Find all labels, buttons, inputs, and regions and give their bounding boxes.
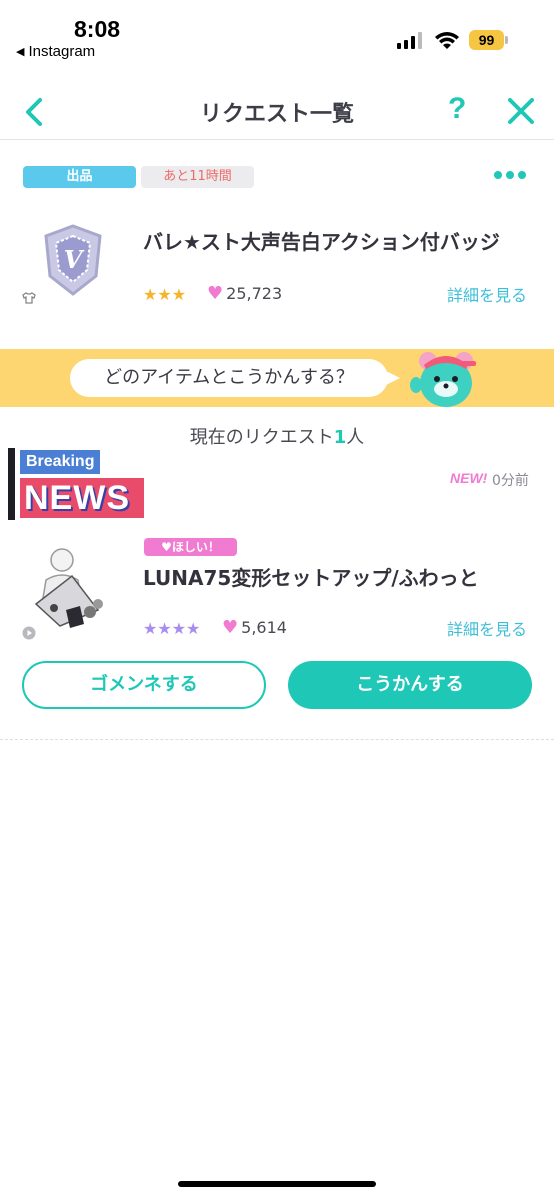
status-time: 8:08 — [74, 16, 121, 42]
request-count: 現在のリクエスト1人 — [189, 427, 365, 448]
badge-item-image: V — [44, 224, 102, 296]
outfit-item-image — [34, 548, 103, 628]
like-count: ♥ 5,614 — [222, 617, 287, 638]
remaining-time-tag: あと11時間 — [141, 166, 254, 188]
screen: 8:08 ◀ Instagram 99 リクエスト一覧 ? 出品 あと11時間 … — [0, 0, 554, 1200]
close-icon[interactable] — [506, 96, 536, 126]
battery-icon: 99 — [469, 30, 508, 50]
wifi-icon — [435, 32, 459, 49]
cellular-signal-icon — [397, 31, 422, 49]
like-count-value: 5,614 — [241, 618, 287, 637]
page-title: リクエスト一覧 — [199, 102, 354, 127]
request-item-title: LUNA75変形セットアップ/ふわっと — [143, 566, 479, 590]
listed-item-detail-link[interactable]: 詳細を見る — [447, 282, 527, 306]
speech-bubble: どのアイテムとこうかんする？ — [70, 359, 388, 397]
help-icon[interactable]: ? — [448, 92, 466, 126]
rarity-stars: ★★★★ — [143, 619, 201, 638]
shirt-icon — [22, 292, 36, 304]
decline-button[interactable]: ゴメンネする — [22, 661, 266, 709]
back-triangle-icon: ◀ — [16, 46, 25, 58]
home-indicator[interactable] — [178, 1181, 376, 1187]
like-count: ♥ 25,723 — [207, 283, 282, 304]
battery-level: 99 — [469, 30, 504, 50]
want-tag: ♥ほしい！ — [144, 538, 237, 556]
more-options-icon[interactable] — [494, 171, 526, 179]
back-to-app-link[interactable]: ◀ Instagram — [16, 43, 95, 60]
listing-tag: 出品 — [23, 166, 136, 188]
request-count-number: 1 — [333, 427, 347, 448]
play-icon[interactable] — [22, 626, 36, 640]
request-item-detail-link[interactable]: 詳細を見る — [447, 616, 527, 640]
rarity-stars: ★★★ — [143, 285, 187, 304]
svg-text:V: V — [64, 245, 85, 274]
new-badge: NEW! — [450, 470, 488, 486]
breaking-news-sticker: Breaking NEWS — [8, 448, 148, 522]
request-time-ago: 0分前 — [492, 473, 529, 489]
back-app-label: Instagram — [28, 43, 96, 60]
listed-item-title: バレ★スト大声告白アクション付バッジ — [143, 230, 500, 254]
bear-mascot-icon — [410, 352, 476, 407]
like-count-value: 25,723 — [226, 284, 283, 303]
divider — [0, 739, 554, 740]
news-label: NEWS — [20, 478, 144, 518]
heart-icon: ♥ — [222, 617, 239, 638]
header: リクエスト一覧 ? — [0, 84, 554, 140]
breaking-label: Breaking — [20, 450, 101, 474]
exchange-button[interactable]: こうかんする — [288, 661, 532, 709]
exchange-prompt-banner: どのアイテムとこうかんする？ — [0, 349, 554, 407]
heart-icon: ♥ — [207, 283, 224, 304]
heart-icon: ♥ — [161, 540, 172, 554]
